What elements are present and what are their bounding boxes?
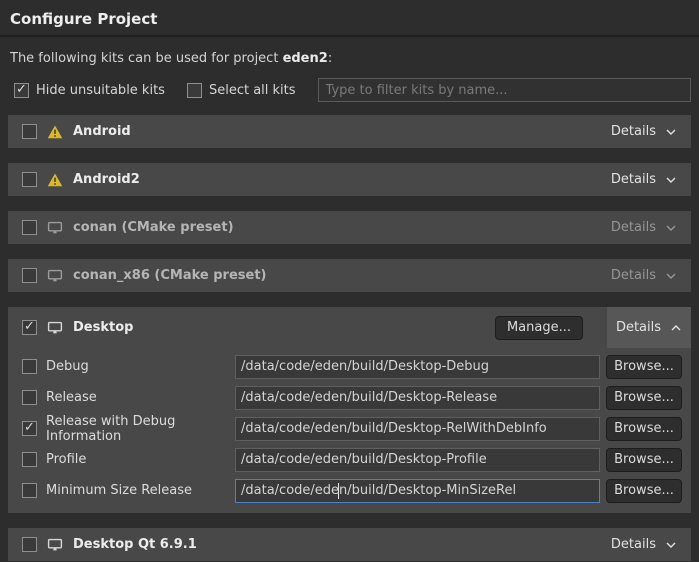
details-toggle: Details	[609, 220, 679, 235]
kit-filter-input[interactable]	[318, 78, 691, 102]
build-dir-field-wrap	[235, 355, 600, 379]
kit-checkbox[interactable]	[22, 124, 37, 139]
kit-row-conan-x86: conan_x86 (CMake preset) Details	[8, 259, 691, 292]
build-config-checkbox[interactable]	[22, 390, 37, 405]
project-name: eden2	[283, 51, 328, 66]
chevron-down-icon	[665, 224, 677, 232]
chevron-down-icon	[665, 128, 677, 136]
build-config-row-debug: Debug Browse...	[8, 354, 691, 379]
kit-checkbox[interactable]	[22, 220, 37, 235]
kit-label: Android2	[73, 172, 140, 187]
build-config-label: Release	[46, 390, 235, 405]
build-config-checkbox[interactable]	[22, 421, 37, 436]
chevron-down-icon	[665, 541, 677, 549]
build-config-row-profile: Profile Browse...	[8, 447, 691, 472]
build-config-row-release: Release Browse...	[8, 385, 691, 410]
kit-label: Desktop Qt 6.9.1	[73, 537, 197, 552]
build-config-label: Minimum Size Release	[46, 483, 235, 498]
details-toggle[interactable]: Details	[609, 537, 679, 552]
kit-label: Android	[73, 124, 131, 139]
select-all-kits-checkbox-group[interactable]: Select all kits	[187, 83, 296, 98]
kit-row-android2: Android2 Details	[8, 163, 691, 196]
kit-list: Android Details Android2 Details conan (…	[8, 115, 691, 561]
kit-checkbox[interactable]	[22, 537, 37, 552]
kit-label: conan_x86 (CMake preset)	[73, 268, 267, 283]
kit-filter-bar: Hide unsuitable kits Select all kits	[8, 78, 691, 102]
chevron-up-icon	[670, 324, 682, 332]
kit-label: conan (CMake preset)	[73, 220, 234, 235]
build-config-label: Release with Debug Information	[46, 414, 235, 444]
browse-button[interactable]: Browse...	[606, 417, 682, 441]
kit-row-android: Android Details	[8, 115, 691, 148]
build-config-label: Profile	[46, 452, 235, 467]
select-all-checkbox[interactable]	[187, 83, 202, 98]
build-config-row-minsizerel: Minimum Size Release Browse...	[8, 478, 691, 503]
chevron-down-icon	[665, 176, 677, 184]
chevron-down-icon	[665, 272, 677, 280]
window-header: Configure Project	[0, 0, 699, 37]
build-dir-input[interactable]	[235, 355, 600, 379]
build-dir-input[interactable]	[235, 417, 600, 441]
details-toggle: Details	[609, 268, 679, 283]
hide-unsuitable-kits-checkbox-group[interactable]: Hide unsuitable kits	[14, 83, 165, 98]
kit-panel-desktop: Desktop Manage... Details Debug Browse..…	[8, 307, 691, 513]
desktop-icon	[47, 321, 63, 335]
kit-row-conan: conan (CMake preset) Details	[8, 211, 691, 244]
subtitle-text: The following kits can be used for proje…	[10, 51, 283, 66]
build-dir-field-wrap	[235, 448, 600, 472]
kit-row-desktop: Desktop Manage... Details	[8, 307, 691, 348]
select-all-label: Select all kits	[209, 83, 296, 98]
hide-unsuitable-checkbox[interactable]	[14, 83, 29, 98]
text-caret	[338, 483, 339, 499]
page-title: Configure Project	[10, 10, 689, 35]
browse-button[interactable]: Browse...	[606, 355, 682, 379]
browse-button[interactable]: Browse...	[606, 448, 682, 472]
build-config-checkbox[interactable]	[22, 483, 37, 498]
hide-unsuitable-label: Hide unsuitable kits	[36, 83, 165, 98]
desktop-icon	[47, 538, 63, 552]
details-tab: Details	[607, 307, 691, 348]
build-dir-field-wrap	[235, 386, 600, 410]
warning-icon	[47, 125, 63, 139]
build-dir-field-wrap	[235, 417, 600, 441]
details-toggle[interactable]: Details	[614, 320, 684, 335]
build-dir-field-wrap-focused	[235, 479, 600, 503]
kit-row-desktop-qt: Desktop Qt 6.9.1 Details	[8, 528, 691, 561]
kit-checkbox[interactable]	[22, 172, 37, 187]
browse-button[interactable]: Browse...	[606, 479, 682, 503]
warning-icon	[47, 173, 63, 187]
build-dir-input[interactable]	[235, 386, 600, 410]
build-config-checkbox[interactable]	[22, 452, 37, 467]
build-dir-input[interactable]	[235, 479, 600, 503]
desktop-icon	[47, 269, 63, 283]
desktop-icon	[47, 221, 63, 235]
manage-kits-button[interactable]: Manage...	[495, 316, 583, 340]
browse-button[interactable]: Browse...	[606, 386, 682, 410]
details-toggle[interactable]: Details	[609, 172, 679, 187]
kit-label: Desktop	[73, 320, 133, 335]
kit-checkbox[interactable]	[22, 320, 37, 335]
details-toggle[interactable]: Details	[609, 124, 679, 139]
build-config-label: Debug	[46, 359, 235, 374]
build-dir-input[interactable]	[235, 448, 600, 472]
build-config-checkbox[interactable]	[22, 359, 37, 374]
kits-subtitle: The following kits can be used for proje…	[10, 51, 689, 66]
build-config-row-relwithdebinfo: Release with Debug Information Browse...	[8, 416, 691, 441]
kit-checkbox[interactable]	[22, 268, 37, 283]
